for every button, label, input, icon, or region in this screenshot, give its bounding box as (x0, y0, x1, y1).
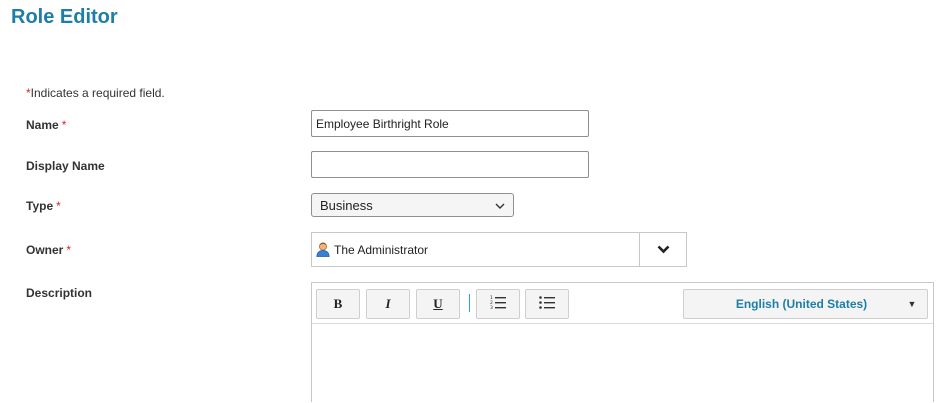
user-icon (316, 242, 330, 257)
underline-button[interactable]: U (416, 289, 460, 319)
required-note-text: Indicates a required field. (30, 86, 165, 100)
description-text-area[interactable] (312, 324, 933, 403)
language-select[interactable]: English (United States) ▼ (683, 289, 928, 319)
bold-button[interactable]: B (316, 289, 360, 319)
required-star: * (66, 243, 72, 257)
description-editor: B I U 1 2 3 English (United States) ▼ (311, 282, 934, 402)
chevron-down-icon (657, 241, 670, 259)
bullet-list-icon (539, 295, 555, 313)
page-title: Role Editor (11, 6, 118, 28)
type-selected-value: Business (320, 197, 373, 213)
language-label: English (United States) (735, 297, 868, 311)
required-star: * (61, 118, 67, 132)
description-label: Description (26, 286, 92, 300)
numbered-list-button[interactable]: 1 2 3 (476, 289, 520, 319)
type-select[interactable]: Business (311, 193, 514, 217)
required-field-note: *Indicates a required field. (26, 86, 165, 100)
display-name-label-text: Display Name (26, 159, 105, 173)
owner-value-text: The Administrator (334, 242, 429, 257)
editor-toolbar: B I U 1 2 3 English (United States) ▼ (312, 283, 933, 324)
bullet-list-button[interactable] (525, 289, 569, 319)
owner-dropdown-button[interactable] (639, 233, 686, 266)
numbered-list-icon: 1 2 3 (490, 295, 506, 313)
type-label-text: Type (26, 199, 54, 213)
name-label-text: Name (26, 118, 59, 132)
display-name-input[interactable] (311, 151, 589, 178)
name-label: Name * (26, 118, 66, 132)
type-label: Type * (26, 199, 61, 213)
required-star: * (56, 199, 61, 213)
toolbar-separator (469, 294, 470, 312)
owner-label-text: Owner (26, 243, 64, 257)
italic-button[interactable]: I (366, 289, 410, 319)
caret-down-icon: ▼ (907, 299, 917, 309)
svg-text:3: 3 (490, 305, 493, 309)
owner-value[interactable]: The Administrator (312, 233, 639, 266)
display-name-label: Display Name (26, 159, 105, 173)
name-input[interactable] (311, 110, 589, 137)
owner-label: Owner * (26, 243, 71, 257)
owner-picker[interactable]: The Administrator (311, 232, 687, 267)
chevron-down-icon (495, 198, 505, 213)
description-label-text: Description (26, 286, 93, 300)
